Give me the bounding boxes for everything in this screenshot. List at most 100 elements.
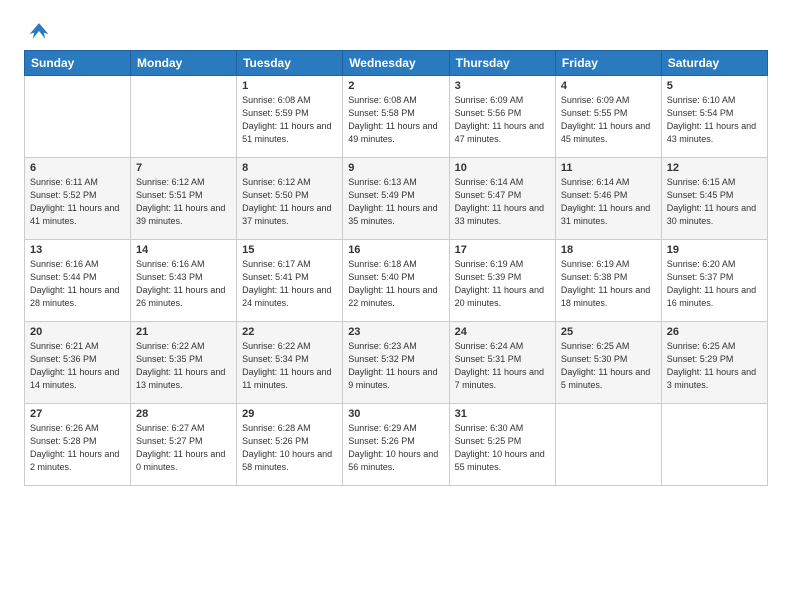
calendar-cell bbox=[131, 76, 237, 158]
calendar-cell: 4 Sunrise: 6:09 AM Sunset: 5:55 PM Daylig… bbox=[555, 76, 661, 158]
calendar-cell: 29 Sunrise: 6:28 AM Sunset: 5:26 PM Dayli… bbox=[237, 404, 343, 486]
day-info: Sunrise: 6:27 AM Sunset: 5:27 PM Dayligh… bbox=[136, 422, 231, 474]
day-number: 9 bbox=[348, 162, 443, 174]
day-number: 29 bbox=[242, 408, 337, 420]
calendar-cell: 9 Sunrise: 6:13 AM Sunset: 5:49 PM Daylig… bbox=[343, 158, 449, 240]
calendar-cell: 24Sunrise: 6:24 AM Sunset: 5:31 PM Dayli… bbox=[449, 322, 555, 404]
day-number: 1 bbox=[242, 80, 337, 92]
day-info: Sunrise: 6:08 AM Sunset: 5:59 PM Dayligh… bbox=[242, 94, 337, 146]
day-number: 30 bbox=[348, 408, 443, 420]
calendar-cell: 26Sunrise: 6:25 AM Sunset: 5:29 PM Dayli… bbox=[661, 322, 767, 404]
calendar-cell: 15 Sunrise: 6:17 AM Sunset: 5:41 PM Dayli… bbox=[237, 240, 343, 322]
day-number: 15 bbox=[242, 244, 337, 256]
day-info: Sunrise: 6:23 AM Sunset: 5:32 PM Dayligh… bbox=[348, 340, 443, 392]
day-info: Sunrise: 6:20 AM Sunset: 5:37 PM Dayligh… bbox=[667, 258, 762, 310]
day-number: 4 bbox=[561, 80, 656, 92]
day-number: 22 bbox=[242, 326, 337, 338]
day-number: 21 bbox=[136, 326, 231, 338]
day-info: Sunrise: 6:29 AM Sunset: 5:26 PM Dayligh… bbox=[348, 422, 443, 474]
day-number: 11 bbox=[561, 162, 656, 174]
day-info: Sunrise: 6:09 AM Sunset: 5:56 PM Dayligh… bbox=[455, 94, 550, 146]
day-info: Sunrise: 6:15 AM Sunset: 5:45 PM Dayligh… bbox=[667, 176, 762, 228]
day-number: 5 bbox=[667, 80, 762, 92]
logo-bird-icon bbox=[28, 20, 50, 42]
day-number: 14 bbox=[136, 244, 231, 256]
calendar-header-wednesday: Wednesday bbox=[343, 51, 449, 76]
calendar-cell: 12 Sunrise: 6:15 AM Sunset: 5:45 PM Dayli… bbox=[661, 158, 767, 240]
calendar-cell bbox=[555, 404, 661, 486]
day-number: 31 bbox=[455, 408, 550, 420]
day-info: Sunrise: 6:22 AM Sunset: 5:34 PM Dayligh… bbox=[242, 340, 337, 392]
day-info: Sunrise: 6:30 AM Sunset: 5:25 PM Dayligh… bbox=[455, 422, 550, 474]
day-info: Sunrise: 6:12 AM Sunset: 5:50 PM Dayligh… bbox=[242, 176, 337, 228]
day-number: 3 bbox=[455, 80, 550, 92]
day-number: 10 bbox=[455, 162, 550, 174]
day-info: Sunrise: 6:19 AM Sunset: 5:39 PM Dayligh… bbox=[455, 258, 550, 310]
calendar-cell: 25 Sunrise: 6:25 AM Sunset: 5:30 PM Dayli… bbox=[555, 322, 661, 404]
calendar-cell: 10 Sunrise: 6:14 AM Sunset: 5:47 PM Dayli… bbox=[449, 158, 555, 240]
day-info: Sunrise: 6:25 AM Sunset: 5:30 PM Dayligh… bbox=[561, 340, 656, 392]
calendar-cell: 21 Sunrise: 6:22 AM Sunset: 5:35 PM Dayli… bbox=[131, 322, 237, 404]
calendar-cell: 18Sunrise: 6:19 AM Sunset: 5:38 PM Dayli… bbox=[555, 240, 661, 322]
header bbox=[24, 20, 768, 38]
calendar-cell: 5 Sunrise: 6:10 AM Sunset: 5:54 PM Daylig… bbox=[661, 76, 767, 158]
calendar-header-friday: Friday bbox=[555, 51, 661, 76]
calendar-table: SundayMondayTuesdayWednesdayThursdayFrid… bbox=[24, 50, 768, 486]
day-number: 26 bbox=[667, 326, 762, 338]
day-info: Sunrise: 6:17 AM Sunset: 5:41 PM Dayligh… bbox=[242, 258, 337, 310]
calendar-header-saturday: Saturday bbox=[661, 51, 767, 76]
day-info: Sunrise: 6:26 AM Sunset: 5:28 PM Dayligh… bbox=[30, 422, 125, 474]
day-number: 2 bbox=[348, 80, 443, 92]
calendar-cell: 16 Sunrise: 6:18 AM Sunset: 5:40 PM Dayli… bbox=[343, 240, 449, 322]
calendar-cell: 1 Sunrise: 6:08 AM Sunset: 5:59 PM Daylig… bbox=[237, 76, 343, 158]
calendar-cell: 8 Sunrise: 6:12 AM Sunset: 5:50 PM Daylig… bbox=[237, 158, 343, 240]
day-number: 18 bbox=[561, 244, 656, 256]
page: SundayMondayTuesdayWednesdayThursdayFrid… bbox=[0, 0, 792, 612]
day-number: 23 bbox=[348, 326, 443, 338]
calendar-cell: 22 Sunrise: 6:22 AM Sunset: 5:34 PM Dayli… bbox=[237, 322, 343, 404]
day-number: 12 bbox=[667, 162, 762, 174]
day-number: 8 bbox=[242, 162, 337, 174]
day-info: Sunrise: 6:18 AM Sunset: 5:40 PM Dayligh… bbox=[348, 258, 443, 310]
calendar-week-row: 27Sunrise: 6:26 AM Sunset: 5:28 PM Dayli… bbox=[25, 404, 768, 486]
day-info: Sunrise: 6:14 AM Sunset: 5:47 PM Dayligh… bbox=[455, 176, 550, 228]
day-number: 13 bbox=[30, 244, 125, 256]
day-info: Sunrise: 6:28 AM Sunset: 5:26 PM Dayligh… bbox=[242, 422, 337, 474]
day-info: Sunrise: 6:08 AM Sunset: 5:58 PM Dayligh… bbox=[348, 94, 443, 146]
calendar-cell: 6Sunrise: 6:11 AM Sunset: 5:52 PM Daylig… bbox=[25, 158, 131, 240]
calendar-cell: 11 Sunrise: 6:14 AM Sunset: 5:46 PM Dayli… bbox=[555, 158, 661, 240]
day-info: Sunrise: 6:09 AM Sunset: 5:55 PM Dayligh… bbox=[561, 94, 656, 146]
day-info: Sunrise: 6:14 AM Sunset: 5:46 PM Dayligh… bbox=[561, 176, 656, 228]
calendar-header-row: SundayMondayTuesdayWednesdayThursdayFrid… bbox=[25, 51, 768, 76]
day-info: Sunrise: 6:10 AM Sunset: 5:54 PM Dayligh… bbox=[667, 94, 762, 146]
calendar-cell: 23 Sunrise: 6:23 AM Sunset: 5:32 PM Dayli… bbox=[343, 322, 449, 404]
day-number: 19 bbox=[667, 244, 762, 256]
calendar-cell bbox=[661, 404, 767, 486]
calendar-cell: 2 Sunrise: 6:08 AM Sunset: 5:58 PM Daylig… bbox=[343, 76, 449, 158]
calendar-cell: 7Sunrise: 6:12 AM Sunset: 5:51 PM Daylig… bbox=[131, 158, 237, 240]
calendar-cell: 31 Sunrise: 6:30 AM Sunset: 5:25 PM Dayli… bbox=[449, 404, 555, 486]
calendar-header-sunday: Sunday bbox=[25, 51, 131, 76]
calendar-week-row: 6Sunrise: 6:11 AM Sunset: 5:52 PM Daylig… bbox=[25, 158, 768, 240]
day-number: 17 bbox=[455, 244, 550, 256]
calendar-cell: 19 Sunrise: 6:20 AM Sunset: 5:37 PM Dayli… bbox=[661, 240, 767, 322]
day-info: Sunrise: 6:12 AM Sunset: 5:51 PM Dayligh… bbox=[136, 176, 231, 228]
calendar-cell: 20 Sunrise: 6:21 AM Sunset: 5:36 PM Dayli… bbox=[25, 322, 131, 404]
day-info: Sunrise: 6:22 AM Sunset: 5:35 PM Dayligh… bbox=[136, 340, 231, 392]
day-number: 24 bbox=[455, 326, 550, 338]
day-number: 16 bbox=[348, 244, 443, 256]
calendar-cell bbox=[25, 76, 131, 158]
calendar-cell: 3 Sunrise: 6:09 AM Sunset: 5:56 PM Daylig… bbox=[449, 76, 555, 158]
day-number: 20 bbox=[30, 326, 125, 338]
day-info: Sunrise: 6:16 AM Sunset: 5:44 PM Dayligh… bbox=[30, 258, 125, 310]
calendar-week-row: 13 Sunrise: 6:16 AM Sunset: 5:44 PM Dayli… bbox=[25, 240, 768, 322]
day-number: 25 bbox=[561, 326, 656, 338]
calendar-cell: 13 Sunrise: 6:16 AM Sunset: 5:44 PM Dayli… bbox=[25, 240, 131, 322]
logo bbox=[24, 20, 50, 38]
day-info: Sunrise: 6:13 AM Sunset: 5:49 PM Dayligh… bbox=[348, 176, 443, 228]
day-number: 6 bbox=[30, 162, 125, 174]
calendar-header-monday: Monday bbox=[131, 51, 237, 76]
calendar-header-tuesday: Tuesday bbox=[237, 51, 343, 76]
calendar-cell: 28Sunrise: 6:27 AM Sunset: 5:27 PM Dayli… bbox=[131, 404, 237, 486]
day-info: Sunrise: 6:21 AM Sunset: 5:36 PM Dayligh… bbox=[30, 340, 125, 392]
